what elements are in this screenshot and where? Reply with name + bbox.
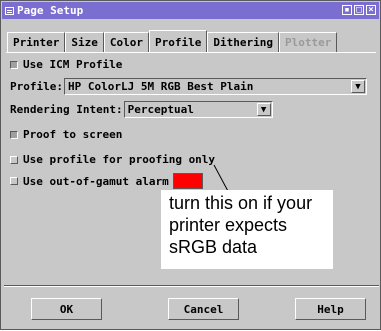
annotation-line-2: printer expects [169, 215, 288, 235]
annotation-line-1: turn this on if your [169, 193, 313, 213]
help-button[interactable]: Help [295, 298, 366, 320]
annotation-pointer [213, 164, 230, 194]
button-separator [4, 285, 379, 287]
annotation-line-3: sRGB data [169, 237, 258, 257]
cancel-button[interactable]: Cancel [168, 298, 239, 320]
ok-button[interactable]: OK [31, 298, 102, 320]
page-setup-window: Page Setup ▪ □ × Printer Size Color Prof… [0, 0, 381, 330]
annotation-callout: turn this on if your printer expects sRG… [161, 190, 333, 269]
